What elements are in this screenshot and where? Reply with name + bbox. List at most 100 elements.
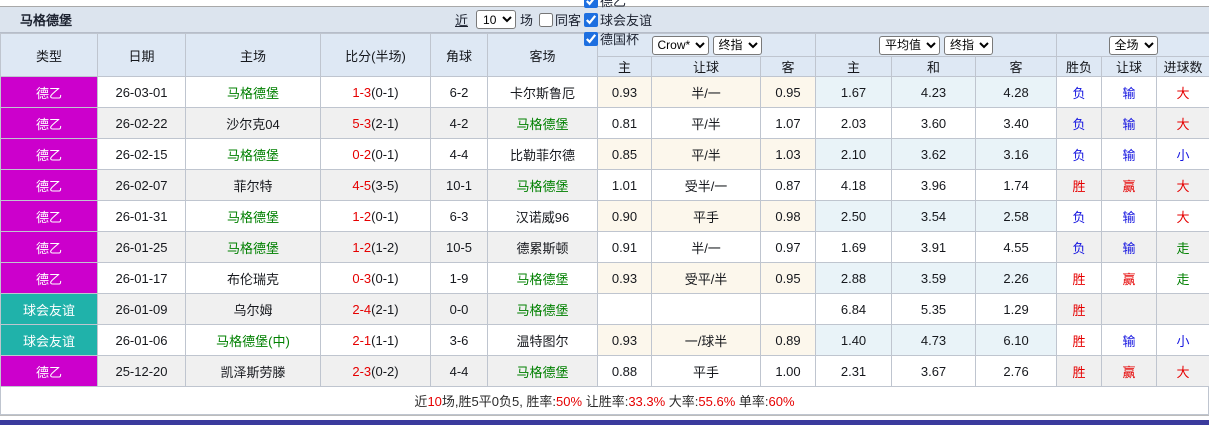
corners-cell: 4-4	[430, 355, 488, 387]
halftime-score: (3-5)	[371, 177, 399, 193]
avg-away-odds-cell: 6.10	[975, 324, 1058, 356]
avg-draw-odds-cell: 5.35	[891, 293, 977, 325]
corners-cell: 3-6	[430, 324, 488, 356]
result-handicap-cell: 赢	[1101, 262, 1158, 294]
result-goals-cell: 大	[1156, 200, 1209, 232]
average-select[interactable]: 平均值	[879, 35, 941, 55]
crow-stage-select[interactable]: 终指	[712, 35, 762, 55]
crow-home-odds-cell: 0.91	[597, 231, 652, 263]
table-row: 德乙 26-01-17 布伦瑞克 0-3(0-1) 1-9 马格德堡 0.93 受平/半 0.9…	[0, 262, 1209, 294]
crow-home-odds-cell: 0.93	[597, 324, 652, 356]
corners-cell: 1-9	[430, 262, 488, 294]
avg-home-odds-cell: 6.84	[815, 293, 893, 325]
summary-stats: 近10场,胜5平0负5, 胜率:50% 让胜率:33.3% 大率:55.6% 单…	[0, 387, 1209, 415]
score-cell: 2-3(0-2)	[320, 355, 431, 387]
halftime-score: (1-2)	[371, 239, 399, 255]
crow-home-odds-cell: 0.81	[597, 107, 652, 139]
corners-cell: 6-3	[430, 200, 488, 232]
result-goals-cell: 走	[1156, 231, 1209, 263]
sub-header-cell: 客	[759, 56, 817, 77]
league-type-cell: 德乙	[0, 200, 98, 232]
summary-text: 近10场,胜5平0负5, 胜率:50% 让胜率:33.3% 大率:55.6% 单…	[414, 391, 794, 410]
sub-header-cell: 胜负	[1056, 56, 1103, 77]
home-team-cell: 马格德堡	[185, 200, 321, 232]
avg-draw-odds-cell: 3.60	[891, 107, 977, 139]
result-winloss-cell: 负	[1056, 231, 1103, 263]
league-filter-checkbox[interactable]	[584, 31, 599, 46]
home-team-cell: 马格德堡(中)	[185, 324, 321, 356]
away-team-cell: 温特图尔	[487, 324, 598, 356]
result-handicap-cell: 赢	[1101, 169, 1158, 201]
result-winloss-cell: 胜	[1056, 355, 1103, 387]
stat-value: 50%	[556, 394, 583, 409]
stat-label: 让胜率:	[582, 394, 629, 409]
table-row: 德乙 26-01-25 马格德堡 1-2(1-2) 10-5 德累斯顿 0.91 半/一 0.9…	[0, 231, 1209, 263]
avg-draw-odds-cell: 3.54	[891, 200, 977, 232]
score-cell: 4-5(3-5)	[320, 169, 431, 201]
halftime-score: (0-2)	[371, 363, 399, 379]
avg-draw-odds-cell: 3.59	[891, 262, 977, 294]
result-winloss-cell: 负	[1056, 76, 1103, 108]
corners-cell: 10-1	[430, 169, 488, 201]
date-cell: 26-03-01	[97, 76, 186, 108]
result-handicap-cell: 输	[1101, 200, 1158, 232]
crow-away-odds-cell: 0.97	[759, 231, 817, 263]
result-goals-cell: 大	[1156, 169, 1209, 201]
fulltime-score: 2-1	[352, 332, 372, 348]
league-filter-checkbox[interactable]	[584, 12, 599, 27]
date-cell: 26-02-22	[97, 107, 186, 139]
result-goals-cell: 小	[1156, 138, 1209, 170]
result-handicap-cell: 输	[1101, 76, 1158, 108]
home-team-cell: 沙尔克04	[185, 107, 321, 139]
recent-link[interactable]: 近	[455, 10, 468, 29]
fulltime-score: 4-5	[352, 177, 372, 193]
league-filter-text: 德乙	[600, 0, 627, 9]
league-filter-checkbox[interactable]	[584, 0, 599, 8]
league-type-cell: 德乙	[0, 169, 98, 201]
result-goals-cell: 大	[1156, 107, 1209, 139]
crow-home-odds-cell: 0.90	[597, 200, 652, 232]
score-cell: 0-3(0-1)	[320, 262, 431, 294]
avg-away-odds-cell: 2.58	[975, 200, 1058, 232]
page-title: 马格德堡	[20, 13, 73, 28]
crow-handicap-cell: 平手	[651, 355, 761, 387]
result-winloss-cell: 负	[1056, 200, 1103, 232]
result-goals-cell: 小	[1156, 324, 1209, 356]
avg-home-odds-cell: 2.10	[815, 138, 893, 170]
date-cell: 26-01-09	[97, 293, 186, 325]
league-filter-label: 德乙	[581, 0, 652, 10]
home-team-cell: 马格德堡	[185, 231, 321, 263]
corners-cell: 4-4	[430, 138, 488, 170]
score-cell: 1-3(0-1)	[320, 76, 431, 108]
avg-away-odds-cell: 4.55	[975, 231, 1058, 263]
sub-header-cell: 进球数	[1156, 56, 1209, 77]
average-stage-select[interactable]: 终指	[944, 35, 994, 55]
league-type-cell: 球会友谊	[0, 324, 98, 356]
league-type-cell: 球会友谊	[0, 293, 98, 325]
stat-label: 场,胜5平0负5, 胜率:	[441, 394, 557, 409]
avg-away-odds-cell: 4.28	[975, 76, 1058, 108]
crow-handicap-cell: 一/球半	[651, 324, 761, 356]
away-team-cell: 汉诺威96	[487, 200, 598, 232]
table-row: 德乙 26-03-01 马格德堡 1-3(0-1) 6-2 卡尔斯鲁厄 0.93 半/一 0.9…	[0, 76, 1209, 108]
match-history-table: 类型 日期 主场 比分(半场) 角球 客场 Crow* 终指 平均值 终指 全场 主…	[0, 33, 1209, 387]
halftime-score: (0-1)	[371, 208, 399, 224]
crow-handicap-cell: 受平/半	[651, 262, 761, 294]
recent-count-select[interactable]: 10	[476, 10, 517, 29]
league-type-cell: 德乙	[0, 262, 98, 294]
filter-controls: 近 10 场 同客 德乙 球会友谊 德国杯	[455, 0, 652, 47]
away-team-cell: 马格德堡	[487, 107, 598, 139]
home-team-cell: 菲尔特	[185, 169, 321, 201]
stat-value: 55.6%	[698, 394, 736, 409]
fulltime-score: 0-2	[352, 146, 372, 162]
crow-handicap-cell: 平/半	[651, 107, 761, 139]
title-bar: 马格德堡 近 10 场 同客 德乙 球会友谊 德国杯	[0, 0, 1209, 47]
same-away-checkbox[interactable]	[539, 12, 554, 27]
result-handicap-cell	[1101, 293, 1158, 325]
bookmaker-select[interactable]: Crow*	[651, 35, 709, 55]
halftime-score: (0-1)	[371, 270, 399, 286]
away-team-cell: 比勒菲尔德	[487, 138, 598, 170]
fulltime-select[interactable]: 全场	[1108, 35, 1158, 55]
halftime-score: (2-1)	[371, 301, 399, 317]
avg-away-odds-cell: 3.40	[975, 107, 1058, 139]
